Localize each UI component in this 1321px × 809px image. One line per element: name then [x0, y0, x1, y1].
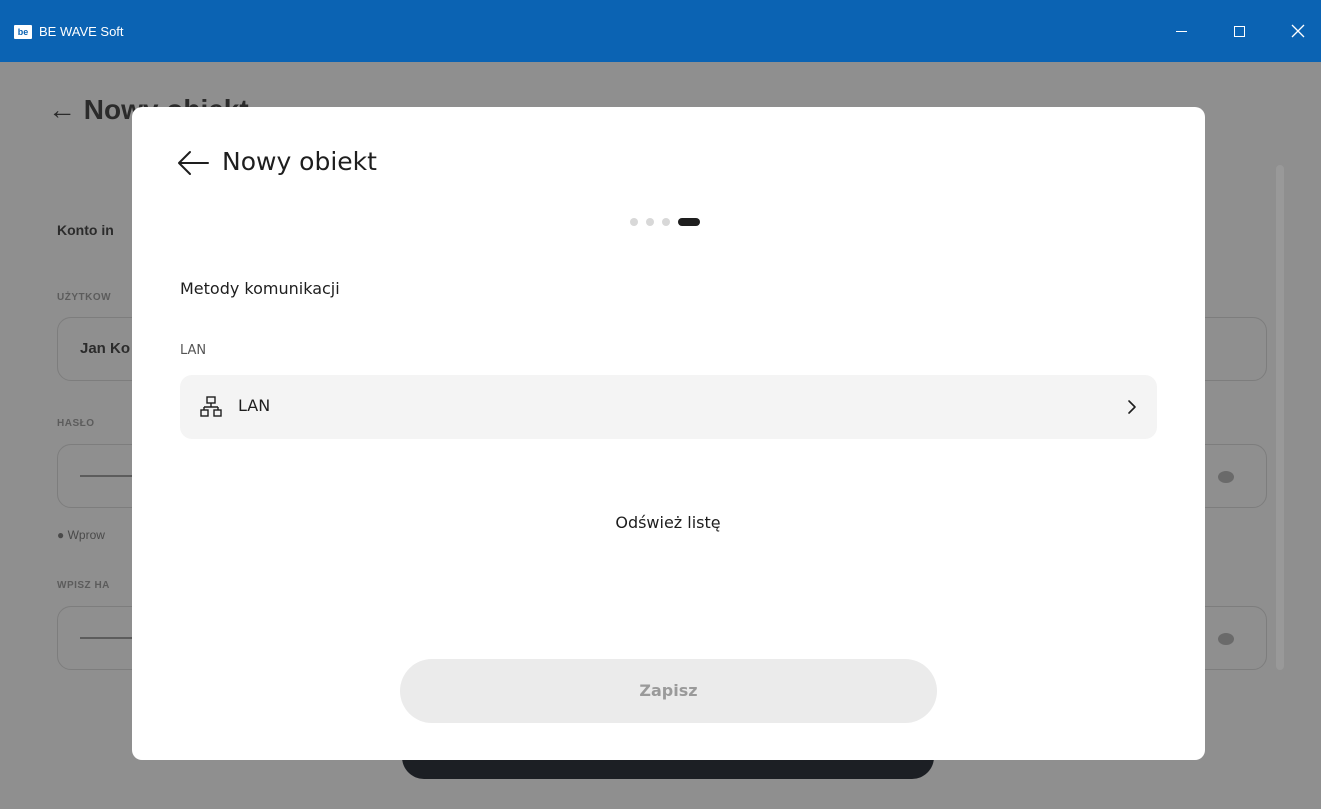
new-object-dialog: Nowy obiekt Metody komunikacji LAN LAN O… [132, 107, 1205, 760]
maximize-button[interactable] [1216, 14, 1262, 48]
background-section-heading: Konto in [57, 222, 114, 238]
close-button[interactable] [1275, 14, 1321, 48]
lan-method-label: LAN [238, 396, 271, 415]
step-dot [630, 218, 638, 226]
app-logo-icon: be [14, 25, 32, 39]
section-title: Metody komunikacji [180, 279, 340, 298]
background-hint: ● Wprow [57, 528, 105, 542]
step-dot-active [678, 218, 700, 226]
step-dot [646, 218, 654, 226]
minimize-icon [1176, 31, 1187, 32]
back-button[interactable] [176, 149, 210, 177]
background-scrollbar [1276, 165, 1284, 670]
background-user-value: Jan Ko [80, 340, 131, 357]
arrow-left-icon [178, 151, 209, 175]
eye-icon [1218, 633, 1234, 645]
background-user-label: UŻYTKOW [57, 292, 112, 303]
close-icon [1291, 24, 1305, 38]
group-label: LAN [180, 343, 207, 358]
window-title: BE WAVE Soft [39, 24, 124, 39]
lan-method-item[interactable]: LAN [180, 375, 1157, 439]
background-confirm-label: WPISZ HA [57, 580, 110, 591]
minimize-button[interactable] [1158, 14, 1204, 48]
eye-icon [1218, 471, 1234, 483]
chevron-right-icon [1128, 400, 1136, 414]
maximize-icon [1234, 26, 1245, 37]
save-button[interactable]: Zapisz [400, 659, 937, 723]
background-password-label: HASŁO [57, 418, 95, 429]
background-password-mask [80, 475, 140, 477]
network-icon [200, 396, 222, 417]
window-titlebar: be BE WAVE Soft [0, 0, 1321, 62]
background-confirm-mask [80, 637, 140, 639]
dialog-title: Nowy obiekt [222, 147, 377, 176]
step-dot [662, 218, 670, 226]
refresh-list-link[interactable]: Odśwież listę [568, 513, 768, 532]
